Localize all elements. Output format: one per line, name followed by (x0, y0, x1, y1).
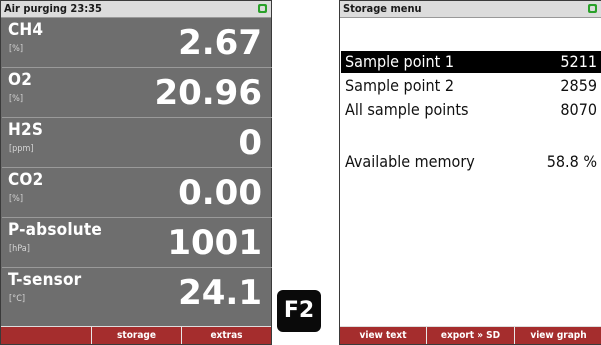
measurement-row-co2: CO2 [%] 0.00 (2, 168, 272, 218)
softkey-storage[interactable]: storage (91, 327, 181, 344)
gas-unit: [%] (9, 94, 24, 104)
menu-item-label: Sample point 2 (345, 76, 454, 95)
storage-title-bar: Storage menu (340, 1, 601, 18)
storage-title: Storage menu (343, 2, 422, 15)
softkey-view-text[interactable]: view text (340, 327, 426, 344)
menu-item-sample-point-1[interactable]: Sample point 1 5211 (341, 51, 601, 73)
measurement-row-ch4: CH4 [%] 2.67 (2, 18, 272, 68)
menu-item-label: Sample point 1 (345, 52, 454, 71)
gas-name: P-absolute (8, 220, 102, 240)
gas-unit: [%] (9, 194, 24, 204)
storage-softkey-bar: view text export » SD view graph (340, 326, 601, 344)
f2-key[interactable]: F2 (277, 290, 321, 332)
gas-value: 1001 (167, 223, 262, 263)
measurement-title-bar: Air purging 23:35 (1, 1, 271, 18)
gas-value: 24.1 (178, 273, 262, 313)
gas-value: 0 (238, 123, 262, 163)
gas-name: CH4 (8, 20, 44, 40)
measurement-row-temperature: T-sensor [°C] 24.1 (2, 268, 272, 318)
gas-name: T-sensor (8, 270, 82, 290)
memory-value: 58.8 % (546, 152, 597, 171)
menu-item-label: All sample points (345, 100, 469, 119)
battery-icon (588, 4, 597, 13)
softkey-view-graph[interactable]: view graph (514, 327, 601, 344)
gas-value: 20.96 (154, 73, 262, 113)
storage-menu-screen: Storage menu Sample point 1 5211 Sample … (339, 0, 601, 345)
softkey-extras[interactable]: extras (181, 327, 271, 344)
gas-name: H2S (8, 120, 44, 140)
softkey-export-sd[interactable]: export » SD (426, 327, 514, 344)
menu-item-all-sample-points[interactable]: All sample points 8070 (341, 99, 601, 121)
gas-unit: [%] (9, 44, 24, 54)
gas-name: O2 (8, 70, 33, 90)
memory-label: Available memory (345, 152, 475, 171)
gas-value: 2.67 (178, 23, 262, 63)
menu-item-value: 5211 (560, 52, 597, 71)
measurement-row-h2s: H2S [ppm] 0 (2, 118, 272, 168)
measurement-title: Air purging 23:35 (4, 2, 102, 15)
measurement-softkey-bar: storage extras (1, 326, 271, 344)
gas-name: CO2 (8, 170, 44, 190)
battery-icon (258, 4, 267, 13)
menu-item-sample-point-2[interactable]: Sample point 2 2859 (341, 75, 601, 97)
softkey-empty[interactable] (1, 327, 91, 344)
gas-value: 0.00 (178, 173, 262, 213)
menu-item-value: 8070 (560, 100, 597, 119)
measurement-row-pressure: P-absolute [hPa] 1001 (2, 218, 272, 268)
available-memory-row: Available memory 58.8 % (341, 151, 601, 173)
measurement-screen: Air purging 23:35 CH4 [%] 2.67 O2 [%] 20… (0, 0, 272, 345)
menu-item-value: 2859 (560, 76, 597, 95)
gas-unit: [°C] (9, 294, 26, 304)
measurement-row-o2: O2 [%] 20.96 (2, 68, 272, 118)
gas-unit: [ppm] (9, 144, 34, 154)
gas-unit: [hPa] (9, 244, 30, 254)
